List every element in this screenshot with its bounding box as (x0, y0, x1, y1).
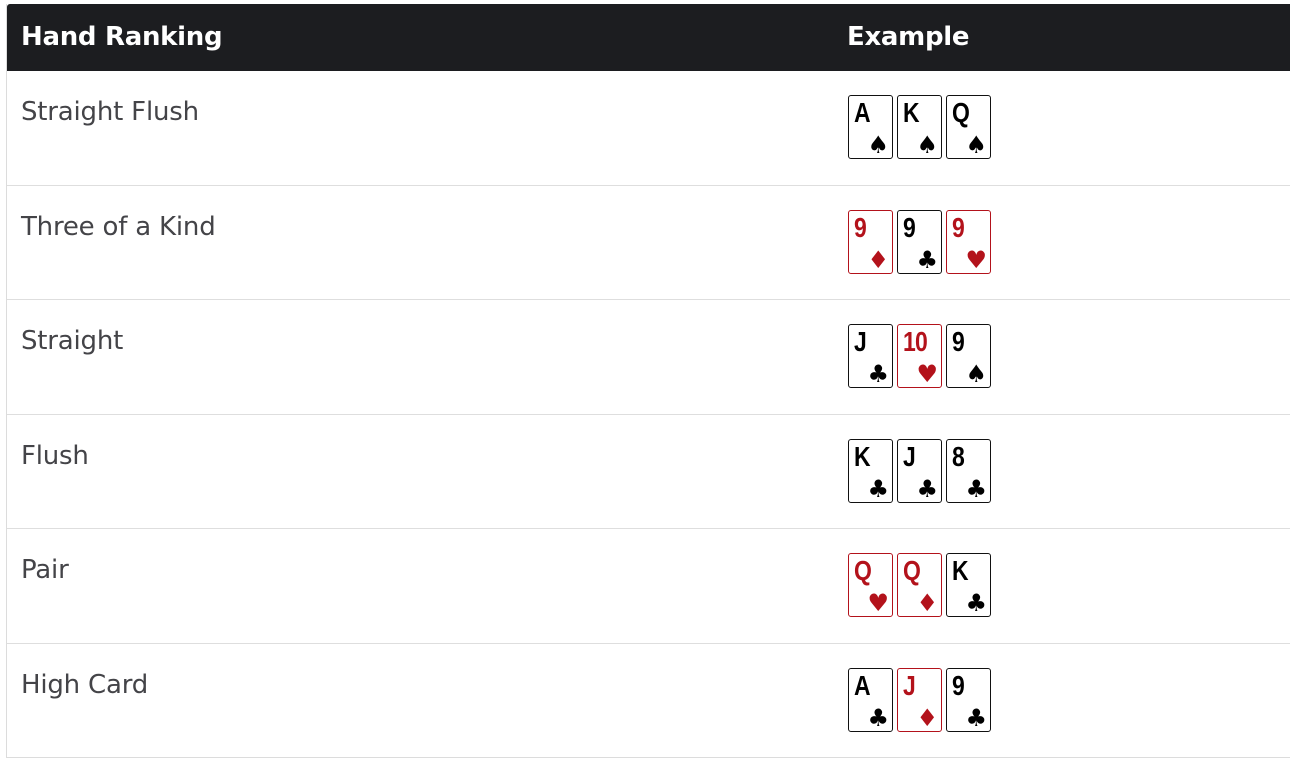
club-suit-icon: ♣ (867, 360, 889, 388)
heart-suit-icon: ♥ (965, 245, 987, 274)
hand-name: Straight (21, 326, 124, 356)
heart-suit-icon: ♥ (916, 360, 938, 388)
club-suit-icon: ♣ (867, 474, 889, 503)
playing-card: Q ♠ (946, 95, 991, 159)
club-suit-icon: ♣ (867, 703, 889, 732)
playing-card: J ♦ (897, 667, 942, 732)
hand-name: Three of a Kind (21, 211, 216, 242)
card-value: J (903, 669, 916, 701)
table-row: Pair Q ♥ Q ♦ K ♣ (7, 529, 1290, 644)
playing-card: Q ♦ (897, 553, 942, 617)
card-value: J (854, 326, 867, 357)
card-value: 10 (903, 326, 928, 357)
table-row: High Card A ♣ J ♦ 9 ♣ (7, 644, 1290, 759)
card-value: K (903, 97, 920, 128)
spade-suit-icon: ♠ (965, 131, 987, 159)
heart-suit-icon: ♥ (867, 589, 889, 617)
playing-card: J ♣ (848, 324, 893, 388)
table-header: Hand Ranking Example (7, 4, 1290, 71)
card-value: Q (854, 555, 872, 586)
spade-suit-icon: ♠ (965, 360, 987, 388)
hand-name: Pair (21, 555, 69, 585)
card-value: 9 (952, 211, 965, 243)
card-value: Q (952, 97, 970, 128)
example-cards: K ♣ J ♣ 8 ♣ (848, 438, 991, 503)
hand-ranking-table: Hand Ranking Example Straight Flush A ♠ K ♠ Q… (6, 4, 1290, 758)
playing-card: K ♣ (848, 438, 893, 503)
playing-card: A ♣ (848, 667, 893, 732)
playing-card: Q ♥ (848, 553, 893, 617)
table-row: Flush K ♣ J ♣ 8 ♣ (7, 415, 1290, 529)
playing-card: A ♠ (848, 95, 893, 159)
card-value: 8 (952, 440, 965, 472)
club-suit-icon: ♣ (916, 245, 938, 274)
hand-name: Straight Flush (21, 97, 199, 127)
playing-card: 9 ♠ (946, 324, 991, 388)
playing-card: K ♠ (897, 95, 942, 159)
card-value: K (952, 555, 969, 586)
club-suit-icon: ♣ (965, 589, 987, 617)
hand-name: High Card (21, 669, 149, 700)
card-value: J (903, 440, 916, 472)
playing-card: J ♣ (897, 438, 942, 503)
table-row: Straight J ♣ 10 ♥ 9 ♠ (7, 300, 1290, 415)
playing-card: 10 ♥ (897, 324, 942, 388)
card-value: 9 (903, 211, 916, 243)
card-value: A (854, 97, 871, 128)
playing-card: 9 ♥ (946, 209, 991, 274)
example-cards: Q ♥ Q ♦ K ♣ (848, 553, 991, 617)
club-suit-icon: ♣ (965, 474, 987, 503)
example-cards: A ♣ J ♦ 9 ♣ (848, 667, 991, 732)
diamond-suit-icon: ♦ (916, 589, 938, 617)
hand-name: Flush (21, 440, 89, 471)
card-value: K (854, 440, 871, 472)
example-cards: 9 ♦ 9 ♣ 9 ♥ (848, 209, 991, 274)
playing-card: 9 ♣ (897, 209, 942, 274)
card-value: 9 (952, 669, 965, 701)
card-value: A (854, 669, 871, 701)
example-cards: J ♣ 10 ♥ 9 ♠ (848, 324, 991, 388)
playing-card: 9 ♣ (946, 667, 991, 732)
card-value: 9 (854, 211, 867, 243)
table-row: Three of a Kind 9 ♦ 9 ♣ 9 ♥ (7, 186, 1290, 300)
playing-card: K ♣ (946, 553, 991, 617)
header-example: Example (847, 22, 970, 52)
diamond-suit-icon: ♦ (867, 245, 889, 274)
card-value: Q (903, 555, 921, 586)
club-suit-icon: ♣ (916, 474, 938, 503)
diamond-suit-icon: ♦ (916, 703, 938, 732)
playing-card: 8 ♣ (946, 438, 991, 503)
spade-suit-icon: ♠ (916, 131, 938, 159)
card-value: 9 (952, 326, 965, 357)
example-cards: A ♠ K ♠ Q ♠ (848, 95, 991, 159)
header-hand-ranking: Hand Ranking (21, 22, 223, 52)
table-body: Straight Flush A ♠ K ♠ Q ♠ Three of a Kind 9 ♦ 9 ♣ 9… (7, 71, 1290, 758)
club-suit-icon: ♣ (965, 703, 987, 732)
table-row: Straight Flush A ♠ K ♠ Q ♠ (7, 71, 1290, 186)
playing-card: 9 ♦ (848, 209, 893, 274)
spade-suit-icon: ♠ (867, 131, 889, 159)
